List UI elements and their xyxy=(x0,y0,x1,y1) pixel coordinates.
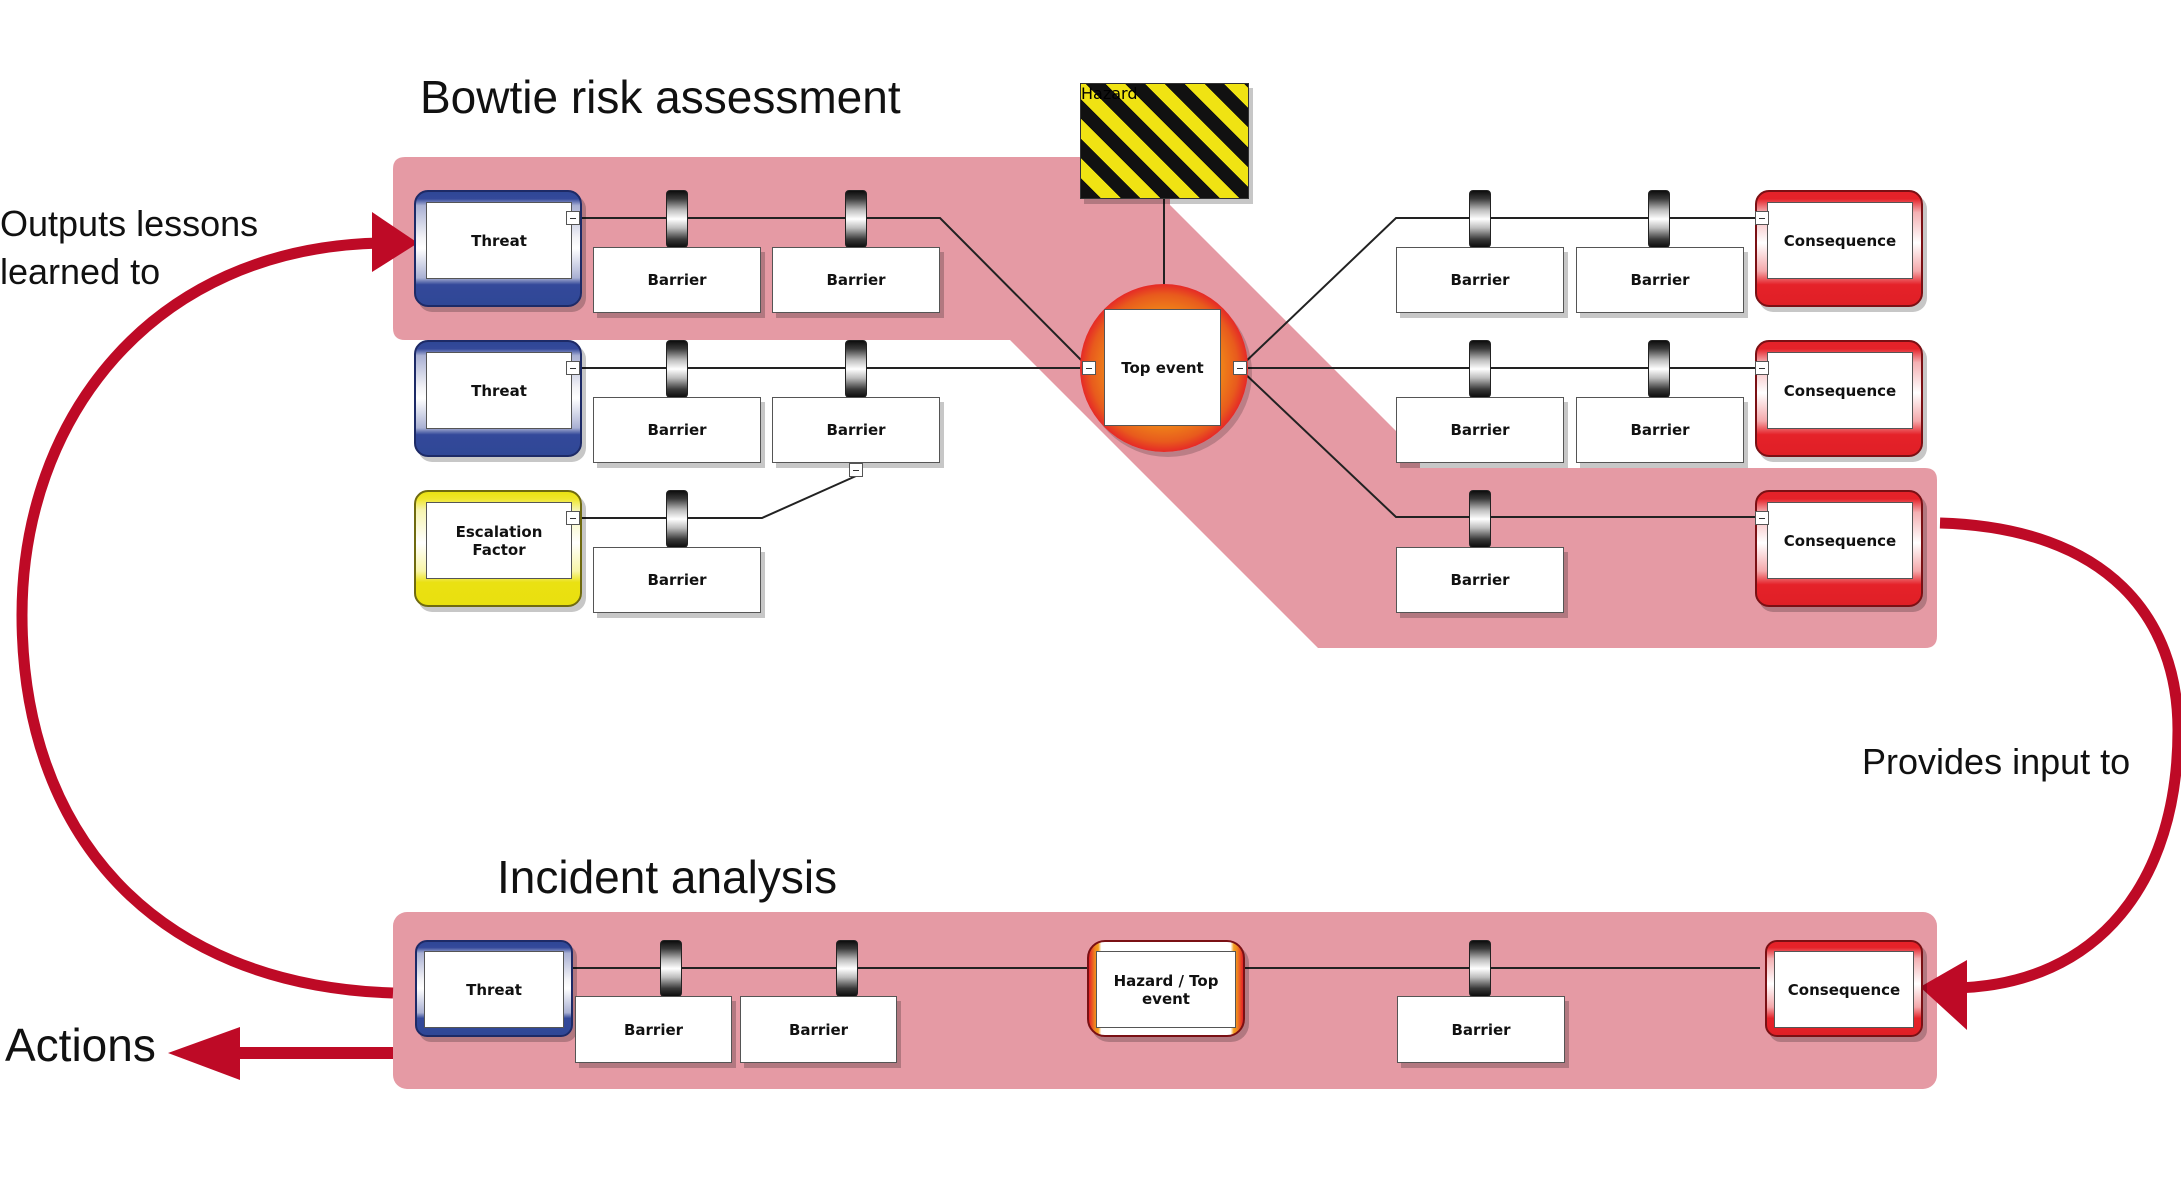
collapse-icon[interactable] xyxy=(566,511,580,525)
incident-threat-label: Threat xyxy=(424,951,564,1028)
outputs-annotation-line2: learned to xyxy=(0,251,161,292)
incident-barrier-node[interactable]: Barrier xyxy=(575,996,732,1063)
outputs-annotation: Outputs lessons learned to xyxy=(0,200,258,296)
threat-label: Threat xyxy=(426,202,572,279)
incident-barrier-node[interactable]: Barrier xyxy=(1397,996,1565,1063)
threat-node[interactable]: Threat xyxy=(414,190,582,307)
barrier-knob-icon xyxy=(1648,340,1670,398)
barrier-node[interactable]: Barrier xyxy=(1396,247,1564,313)
barrier-node[interactable]: Barrier xyxy=(1396,397,1564,463)
top-event-node[interactable]: Top event xyxy=(1080,284,1248,452)
barrier-knob-icon xyxy=(845,190,867,248)
escalation-factor-label: Escalation Factor xyxy=(426,502,572,579)
top-event-label: Top event xyxy=(1104,309,1221,426)
incident-hazard-top-event-node[interactable]: Hazard / Top event xyxy=(1087,940,1245,1037)
threat-node[interactable]: Threat xyxy=(414,340,582,457)
outputs-annotation-line1: Outputs lessons xyxy=(0,203,259,244)
connector-line xyxy=(582,475,857,519)
barrier-node[interactable]: Barrier xyxy=(593,247,761,313)
consequence-node[interactable]: Consequence xyxy=(1755,490,1923,607)
hazard-label: Hazard xyxy=(1081,84,1138,103)
collapse-icon[interactable] xyxy=(849,463,863,477)
barrier-knob-icon xyxy=(836,940,858,997)
barrier-knob-icon xyxy=(666,340,688,398)
barrier-knob-icon xyxy=(666,490,688,548)
incident-consequence-label: Consequence xyxy=(1774,951,1914,1028)
consequence-label: Consequence xyxy=(1767,202,1913,279)
barrier-node[interactable]: Barrier xyxy=(772,397,940,463)
barrier-knob-icon xyxy=(1469,340,1491,398)
collapse-icon[interactable] xyxy=(1755,211,1769,225)
escalation-factor-node[interactable]: Escalation Factor xyxy=(414,490,582,607)
consequence-node[interactable]: Consequence xyxy=(1755,340,1923,457)
consequence-label: Consequence xyxy=(1767,502,1913,579)
collapse-icon[interactable] xyxy=(1755,511,1769,525)
collapse-icon[interactable] xyxy=(1755,361,1769,375)
provides-input-annotation: Provides input to xyxy=(1862,741,2131,782)
consequence-label: Consequence xyxy=(1767,352,1913,429)
incident-barrier-node[interactable]: Barrier xyxy=(740,996,897,1063)
collapse-icon[interactable] xyxy=(1082,361,1096,375)
lessons-learned-arrow xyxy=(16,237,394,999)
collapse-icon[interactable] xyxy=(566,361,580,375)
barrier-knob-icon xyxy=(660,940,682,997)
barrier-node[interactable]: Barrier xyxy=(1576,247,1744,313)
bowtie-incident-diagram: Bowtie risk assessment Incident analysis… xyxy=(0,0,2181,1192)
barrier-knob-icon xyxy=(1469,940,1491,997)
barrier-node[interactable]: Barrier xyxy=(1576,397,1744,463)
barrier-knob-icon xyxy=(1469,190,1491,248)
incident-hazard-top-event-label: Hazard / Top event xyxy=(1096,951,1236,1028)
bowtie-title: Bowtie risk assessment xyxy=(420,71,901,123)
barrier-node[interactable]: Barrier xyxy=(772,247,940,313)
incident-title: Incident analysis xyxy=(497,851,838,903)
actions-arrowhead xyxy=(168,1027,240,1080)
threat-label: Threat xyxy=(426,352,572,429)
consequence-node[interactable]: Consequence xyxy=(1755,190,1923,307)
incident-consequence-node[interactable]: Consequence xyxy=(1765,940,1923,1037)
collapse-icon[interactable] xyxy=(566,211,580,225)
actions-label: Actions xyxy=(5,1019,156,1071)
barrier-node[interactable]: Barrier xyxy=(593,397,761,463)
barrier-knob-icon xyxy=(1469,490,1491,548)
collapse-icon[interactable] xyxy=(1233,361,1247,375)
barrier-knob-icon xyxy=(845,340,867,398)
actions-arrow-shaft xyxy=(238,1047,393,1059)
barrier-knob-icon xyxy=(666,190,688,248)
hazard-node[interactable]: Hazard xyxy=(1080,83,1249,199)
barrier-node[interactable]: Barrier xyxy=(1396,547,1564,613)
barrier-knob-icon xyxy=(1648,190,1670,248)
barrier-node[interactable]: Barrier xyxy=(593,547,761,613)
incident-threat-node[interactable]: Threat xyxy=(415,940,573,1037)
